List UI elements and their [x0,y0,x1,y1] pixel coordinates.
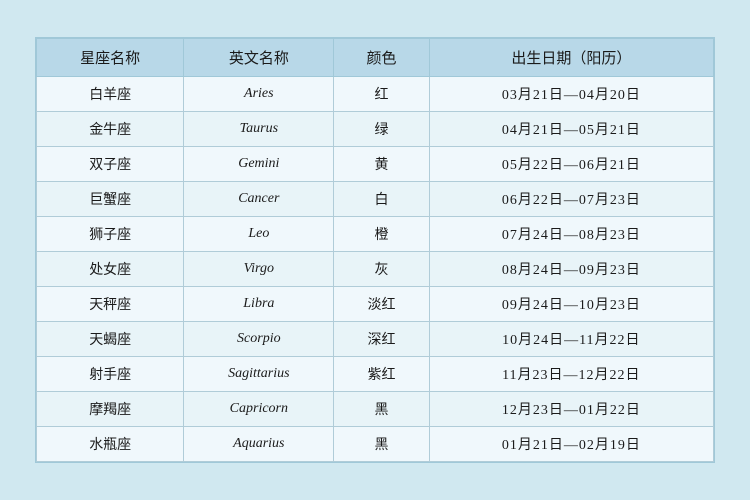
cell-english-name: Aquarius [184,427,334,462]
cell-english-name: Leo [184,217,334,252]
cell-color: 黄 [334,147,429,182]
cell-color: 淡红 [334,287,429,322]
table-row: 双子座Gemini黄05月22日—06月21日 [37,147,714,182]
cell-color: 橙 [334,217,429,252]
cell-chinese-name: 巨蟹座 [37,182,184,217]
cell-chinese-name: 摩羯座 [37,392,184,427]
cell-color: 红 [334,77,429,112]
cell-color: 深红 [334,322,429,357]
cell-english-name: Virgo [184,252,334,287]
cell-dates: 04月21日—05月21日 [429,112,713,147]
cell-english-name: Sagittarius [184,357,334,392]
header-color: 颜色 [334,39,429,77]
zodiac-table-container: 星座名称 英文名称 颜色 出生日期（阳历） 白羊座Aries红03月21日—04… [35,37,715,463]
cell-chinese-name: 天蝎座 [37,322,184,357]
cell-dates: 12月23日—01月22日 [429,392,713,427]
cell-english-name: Taurus [184,112,334,147]
cell-dates: 05月22日—06月21日 [429,147,713,182]
cell-color: 白 [334,182,429,217]
cell-dates: 06月22日—07月23日 [429,182,713,217]
cell-dates: 10月24日—11月22日 [429,322,713,357]
zodiac-table: 星座名称 英文名称 颜色 出生日期（阳历） 白羊座Aries红03月21日—04… [36,38,714,462]
cell-english-name: Libra [184,287,334,322]
table-row: 天蝎座Scorpio深红10月24日—11月22日 [37,322,714,357]
cell-chinese-name: 狮子座 [37,217,184,252]
table-row: 天秤座Libra淡红09月24日—10月23日 [37,287,714,322]
table-header-row: 星座名称 英文名称 颜色 出生日期（阳历） [37,39,714,77]
table-body: 白羊座Aries红03月21日—04月20日金牛座Taurus绿04月21日—0… [37,77,714,462]
cell-dates: 03月21日—04月20日 [429,77,713,112]
header-dates: 出生日期（阳历） [429,39,713,77]
cell-chinese-name: 天秤座 [37,287,184,322]
cell-chinese-name: 水瓶座 [37,427,184,462]
header-english-name: 英文名称 [184,39,334,77]
cell-dates: 09月24日—10月23日 [429,287,713,322]
table-row: 摩羯座Capricorn黑12月23日—01月22日 [37,392,714,427]
cell-color: 绿 [334,112,429,147]
table-row: 巨蟹座Cancer白06月22日—07月23日 [37,182,714,217]
cell-chinese-name: 双子座 [37,147,184,182]
cell-english-name: Gemini [184,147,334,182]
cell-chinese-name: 射手座 [37,357,184,392]
cell-english-name: Capricorn [184,392,334,427]
cell-color: 紫红 [334,357,429,392]
cell-color: 黑 [334,427,429,462]
cell-dates: 08月24日—09月23日 [429,252,713,287]
cell-dates: 11月23日—12月22日 [429,357,713,392]
header-chinese-name: 星座名称 [37,39,184,77]
cell-dates: 07月24日—08月23日 [429,217,713,252]
cell-chinese-name: 处女座 [37,252,184,287]
table-row: 射手座Sagittarius紫红11月23日—12月22日 [37,357,714,392]
table-row: 狮子座Leo橙07月24日—08月23日 [37,217,714,252]
cell-chinese-name: 金牛座 [37,112,184,147]
cell-color: 黑 [334,392,429,427]
table-row: 处女座Virgo灰08月24日—09月23日 [37,252,714,287]
table-row: 水瓶座Aquarius黑01月21日—02月19日 [37,427,714,462]
table-row: 金牛座Taurus绿04月21日—05月21日 [37,112,714,147]
cell-dates: 01月21日—02月19日 [429,427,713,462]
cell-english-name: Aries [184,77,334,112]
table-row: 白羊座Aries红03月21日—04月20日 [37,77,714,112]
cell-english-name: Cancer [184,182,334,217]
cell-english-name: Scorpio [184,322,334,357]
cell-chinese-name: 白羊座 [37,77,184,112]
cell-color: 灰 [334,252,429,287]
